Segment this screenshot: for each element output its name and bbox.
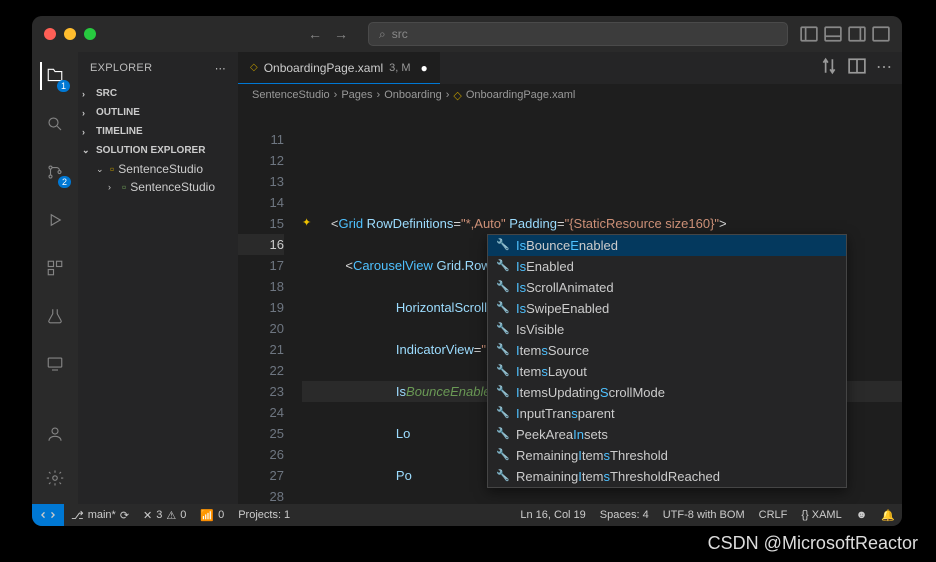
tab-bar: ◇ OnboardingPage.xaml 3, M ● ⋯ — [238, 52, 902, 84]
sidebar-title: EXPLORER — [90, 62, 152, 74]
ac-item[interactable]: 🔧IsBounceEnabled — [488, 235, 846, 256]
split-icon[interactable] — [848, 57, 866, 80]
tab-modified: 3, M — [389, 62, 410, 74]
ac-item[interactable]: 🔧PeekAreaInsets — [488, 424, 846, 445]
close-button[interactable] — [44, 28, 56, 40]
ac-item[interactable]: 🔧IsSwipeEnabled — [488, 298, 846, 319]
extensions-icon[interactable] — [41, 254, 69, 282]
cursor-pos[interactable]: Ln 16, Col 19 — [513, 509, 592, 522]
tab-dirty-dot: ● — [421, 61, 428, 75]
remote-button[interactable] — [32, 504, 64, 526]
section-timeline[interactable]: ›TIMELINE — [78, 122, 238, 141]
panel-left-icon[interactable] — [800, 25, 818, 43]
explorer-icon[interactable]: 1 — [40, 62, 68, 90]
language[interactable]: {} XAML — [794, 509, 848, 522]
statusbar: ⎇ main* ⟳ ✕ 3 ⚠ 0 📶 0 Projects: 1 Ln 16,… — [32, 504, 902, 526]
autocomplete[interactable]: 🔧IsBounceEnabled🔧IsEnabled🔧IsScrollAnima… — [487, 234, 847, 488]
bell-icon[interactable]: 🔔 — [874, 509, 902, 522]
tree-item[interactable]: ›▫SentenceStudio — [78, 178, 238, 196]
tab-onboarding[interactable]: ◇ OnboardingPage.xaml 3, M ● — [238, 52, 440, 84]
minimize-button[interactable] — [64, 28, 76, 40]
more-actions-icon[interactable]: ⋯ — [876, 57, 892, 80]
eol[interactable]: CRLF — [752, 509, 795, 522]
explorer-badge: 1 — [57, 80, 70, 92]
command-center[interactable]: ⌕ src — [368, 22, 788, 46]
ac-item[interactable]: 🔧ItemsLayout — [488, 361, 846, 382]
breadcrumb[interactable]: SentenceStudio› Pages› Onboarding› ◇Onbo… — [238, 84, 902, 106]
editor: ◇ OnboardingPage.xaml 3, M ● ⋯ SentenceS… — [238, 52, 902, 504]
tab-label: OnboardingPage.xaml — [264, 61, 383, 75]
layout-controls — [800, 25, 890, 43]
scm-icon[interactable]: 2 — [41, 158, 69, 186]
ac-item[interactable]: 🔧RemainingItemsThreshold — [488, 445, 846, 466]
panel-right-icon[interactable] — [848, 25, 866, 43]
ac-item[interactable]: 🔧ItemsUpdatingScrollMode — [488, 382, 846, 403]
account-icon[interactable] — [41, 420, 69, 448]
code-editor[interactable]: 111213141516171819202122232425262728 ✦ <… — [238, 106, 902, 504]
watermark: CSDN @MicrosoftReactor — [708, 533, 918, 554]
section-src[interactable]: ›SRC — [78, 84, 238, 103]
encoding[interactable]: UTF-8 with BOM — [656, 509, 752, 522]
source[interactable]: <Grid RowDefinitions="*,Auto" Padding="{… — [302, 106, 902, 504]
sidebar-header: EXPLORER ⋯ — [78, 52, 238, 84]
settings-icon[interactable] — [41, 464, 69, 492]
panel-bottom-icon[interactable] — [824, 25, 842, 43]
back-button[interactable]: ← — [304, 23, 326, 45]
forward-button[interactable]: → — [330, 23, 352, 45]
section-outline[interactable]: ›OUTLINE — [78, 103, 238, 122]
body: 1 2 EXPLORER ⋯ ›SRC ›OUTLINE ›TIMELINE ⌄… — [32, 52, 902, 504]
projects-button[interactable]: Projects: 1 — [231, 509, 297, 521]
ac-item[interactable]: 🔧ItemsSource — [488, 340, 846, 361]
ac-item[interactable]: 🔧IsScrollAnimated — [488, 277, 846, 298]
remote-explorer-icon[interactable] — [41, 350, 69, 378]
search-icon[interactable] — [41, 110, 69, 138]
search-icon: ⌕ — [379, 27, 386, 42]
branch-button[interactable]: ⎇ main* ⟳ — [64, 509, 136, 522]
more-icon[interactable]: ⋯ — [215, 62, 226, 75]
feedback-icon[interactable]: ☻ — [849, 509, 875, 522]
debug-icon[interactable] — [41, 206, 69, 234]
section-solution[interactable]: ⌄SOLUTION EXPLORER — [78, 141, 238, 160]
ac-item[interactable]: 🔧IsEnabled — [488, 256, 846, 277]
tree-item[interactable]: ⌄▫SentenceStudio — [78, 160, 238, 178]
maximize-button[interactable] — [84, 28, 96, 40]
scm-badge: 2 — [58, 176, 71, 188]
ac-item[interactable]: 🔧InputTransparent — [488, 403, 846, 424]
sidebar: EXPLORER ⋯ ›SRC ›OUTLINE ›TIMELINE ⌄SOLU… — [78, 52, 238, 504]
xaml-file-icon: ◇ — [250, 62, 258, 73]
compare-icon[interactable] — [820, 57, 838, 80]
problems-button[interactable]: ✕ 3 ⚠ 0 — [136, 509, 193, 522]
search-text: src — [392, 27, 408, 41]
activity-bar: 1 2 — [32, 52, 78, 504]
ports-button[interactable]: 📶 0 — [193, 509, 231, 522]
testing-icon[interactable] — [41, 302, 69, 330]
traffic-lights — [44, 28, 96, 40]
ac-item[interactable]: 🔧RemainingItemsThresholdReached — [488, 466, 846, 487]
ac-item[interactable]: 🔧IsVisible — [488, 319, 846, 340]
gutter: 111213141516171819202122232425262728 — [238, 106, 302, 504]
spaces[interactable]: Spaces: 4 — [593, 509, 656, 522]
vscode-window: ← → ⌕ src 1 2 — [32, 16, 902, 526]
nav-buttons: ← → — [304, 23, 352, 45]
titlebar: ← → ⌕ src — [32, 16, 902, 52]
customize-layout-icon[interactable] — [872, 25, 890, 43]
